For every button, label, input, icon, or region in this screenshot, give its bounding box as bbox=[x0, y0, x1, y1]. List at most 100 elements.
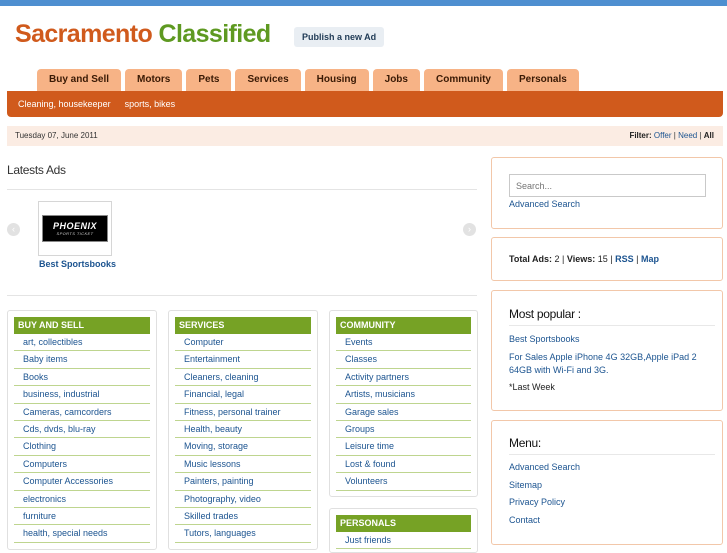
category-header-community[interactable]: COMMUNITY bbox=[336, 317, 471, 334]
tab-services[interactable]: Services bbox=[235, 69, 301, 91]
category-link[interactable]: Activity partners bbox=[345, 372, 409, 382]
category-link[interactable]: Computers bbox=[23, 459, 67, 469]
category-item: Photography, video bbox=[175, 491, 311, 508]
popular-ad-link[interactable]: For Sales Apple iPhone 4G 32GB,Apple iPa… bbox=[509, 351, 715, 377]
category-link[interactable]: Moving, storage bbox=[184, 441, 248, 451]
filter-all-link[interactable]: All bbox=[704, 131, 714, 140]
category-item: business, industrial bbox=[14, 386, 150, 404]
category-box-services: SERVICES Computer Entertainment Cleaners… bbox=[168, 310, 318, 550]
site-logo[interactable]: Sacramento Classified bbox=[15, 20, 271, 49]
category-link[interactable]: Cameras, camcorders bbox=[23, 407, 112, 417]
category-item: furniture bbox=[14, 508, 150, 526]
category-link[interactable]: Volunteers bbox=[345, 476, 388, 486]
category-item: Books bbox=[14, 369, 150, 387]
category-link[interactable]: Just friends bbox=[345, 535, 391, 545]
menu-title: Menu: bbox=[509, 436, 541, 450]
category-link[interactable]: electronics bbox=[23, 494, 66, 504]
tab-motors[interactable]: Motors bbox=[125, 69, 183, 91]
category-link[interactable]: art, collectibles bbox=[23, 337, 83, 347]
current-date: Tuesday 07, June 2011 bbox=[15, 131, 98, 140]
category-item: Financial, legal bbox=[175, 386, 311, 404]
filter-separator: | bbox=[673, 131, 676, 140]
category-link[interactable]: Classes bbox=[345, 354, 377, 364]
category-link[interactable]: Events bbox=[345, 337, 373, 347]
category-list: art, collectibles Baby items Books busin… bbox=[14, 334, 150, 543]
carousel-prev-icon[interactable]: ‹ bbox=[7, 223, 20, 236]
category-item: Lost & found bbox=[336, 456, 471, 474]
category-link[interactable]: Painters, painting bbox=[184, 476, 254, 486]
category-link[interactable]: Books bbox=[23, 372, 48, 382]
subnav-sports-bikes[interactable]: sports, bikes bbox=[125, 99, 176, 109]
tab-housing[interactable]: Housing bbox=[304, 69, 369, 91]
logo-text-sub: SPORTS TICKET bbox=[56, 231, 94, 236]
sub-nav-bar: Cleaning, housekeeper sports, bikes bbox=[7, 91, 723, 117]
date-filter-bar: Tuesday 07, June 2011 Filter: Offer | Ne… bbox=[7, 126, 723, 146]
category-link[interactable]: Computer Accessories bbox=[23, 476, 113, 486]
category-item: Entertainment bbox=[175, 351, 311, 369]
category-link[interactable]: Computer bbox=[184, 337, 224, 347]
category-link[interactable]: Clothing bbox=[23, 441, 56, 451]
category-link[interactable]: Cleaners, cleaning bbox=[184, 372, 259, 382]
category-link[interactable]: Fitness, personal trainer bbox=[184, 407, 281, 417]
tab-jobs[interactable]: Jobs bbox=[372, 69, 420, 91]
menu-advanced-search-link[interactable]: Advanced Search bbox=[509, 462, 580, 472]
category-header-buy-and-sell[interactable]: BUY AND SELL bbox=[14, 317, 150, 334]
filter-need-link[interactable]: Need bbox=[678, 131, 697, 140]
category-link[interactable]: Garage sales bbox=[345, 407, 399, 417]
latest-ads-title: Latests Ads bbox=[7, 163, 66, 177]
site-logo-word-2: Classified bbox=[158, 20, 271, 48]
main-nav-tabs: Buy and Sell Motors Pets Services Housin… bbox=[37, 69, 579, 91]
subnav-cleaning-housekeeper[interactable]: Cleaning, housekeeper bbox=[18, 99, 111, 109]
total-ads-label: Total Ads bbox=[509, 254, 549, 264]
publish-ad-button[interactable]: Publish a new Ad bbox=[294, 27, 385, 47]
category-link[interactable]: furniture bbox=[23, 511, 56, 521]
category-link[interactable]: Lost & found bbox=[345, 459, 396, 469]
filter-offer-link[interactable]: Offer bbox=[654, 131, 672, 140]
filter-label: Filter: bbox=[629, 131, 652, 140]
category-box-community: COMMUNITY Events Classes Activity partne… bbox=[329, 310, 478, 497]
most-popular-title: Most popular : bbox=[509, 307, 581, 321]
ad-thumbnail[interactable]: PHOENIX SPORTS TICKET bbox=[38, 201, 112, 256]
divider bbox=[7, 189, 477, 190]
divider bbox=[7, 295, 477, 296]
tab-personals[interactable]: Personals bbox=[506, 69, 579, 91]
tab-buy-and-sell[interactable]: Buy and Sell bbox=[37, 69, 122, 91]
category-link[interactable]: Entertainment bbox=[184, 354, 240, 364]
category-link[interactable]: Photography, video bbox=[184, 494, 261, 504]
category-item: Computers bbox=[14, 456, 150, 474]
popular-ad-link[interactable]: Best Sportsbooks bbox=[509, 334, 580, 344]
menu-privacy-policy-link[interactable]: Privacy Policy bbox=[509, 497, 565, 507]
category-link[interactable]: Baby items bbox=[23, 354, 68, 364]
menu-sitemap-link[interactable]: Sitemap bbox=[509, 480, 542, 490]
search-input[interactable] bbox=[509, 174, 706, 197]
menu-contact-link[interactable]: Contact bbox=[509, 515, 540, 525]
carousel-next-icon[interactable]: › bbox=[463, 223, 476, 236]
rss-link[interactable]: RSS bbox=[615, 254, 634, 264]
category-link[interactable]: Tutors, languages bbox=[184, 528, 256, 538]
category-link[interactable]: Music lessons bbox=[184, 459, 241, 469]
advanced-search-link[interactable]: Advanced Search bbox=[509, 199, 580, 209]
category-item: Skilled trades bbox=[175, 508, 311, 526]
category-header-services[interactable]: SERVICES bbox=[175, 317, 311, 334]
tab-community[interactable]: Community bbox=[423, 69, 503, 91]
category-link[interactable]: Leisure time bbox=[345, 441, 394, 451]
category-link[interactable]: Health, beauty bbox=[184, 424, 242, 434]
category-item: Cds, dvds, blu-ray bbox=[14, 421, 150, 439]
category-link[interactable]: Cds, dvds, blu-ray bbox=[23, 424, 96, 434]
category-item: Computer Accessories bbox=[14, 473, 150, 491]
category-link[interactable]: business, industrial bbox=[23, 389, 100, 399]
category-item: art, collectibles bbox=[14, 334, 150, 352]
category-list: Just friends bbox=[336, 532, 471, 550]
category-link[interactable]: Skilled trades bbox=[184, 511, 238, 521]
category-link[interactable]: Artists, musicians bbox=[345, 389, 415, 399]
category-item: Artists, musicians bbox=[336, 386, 471, 404]
category-header-personals[interactable]: PERSONALS bbox=[336, 515, 471, 532]
map-link[interactable]: Map bbox=[641, 254, 659, 264]
category-item: Baby items bbox=[14, 351, 150, 369]
ad-title-link[interactable]: Best Sportsbooks bbox=[39, 259, 116, 269]
filter-separator: | bbox=[699, 131, 702, 140]
category-link[interactable]: Groups bbox=[345, 424, 375, 434]
category-link[interactable]: Financial, legal bbox=[184, 389, 244, 399]
tab-pets[interactable]: Pets bbox=[186, 69, 232, 91]
category-link[interactable]: health, special needs bbox=[23, 528, 108, 538]
